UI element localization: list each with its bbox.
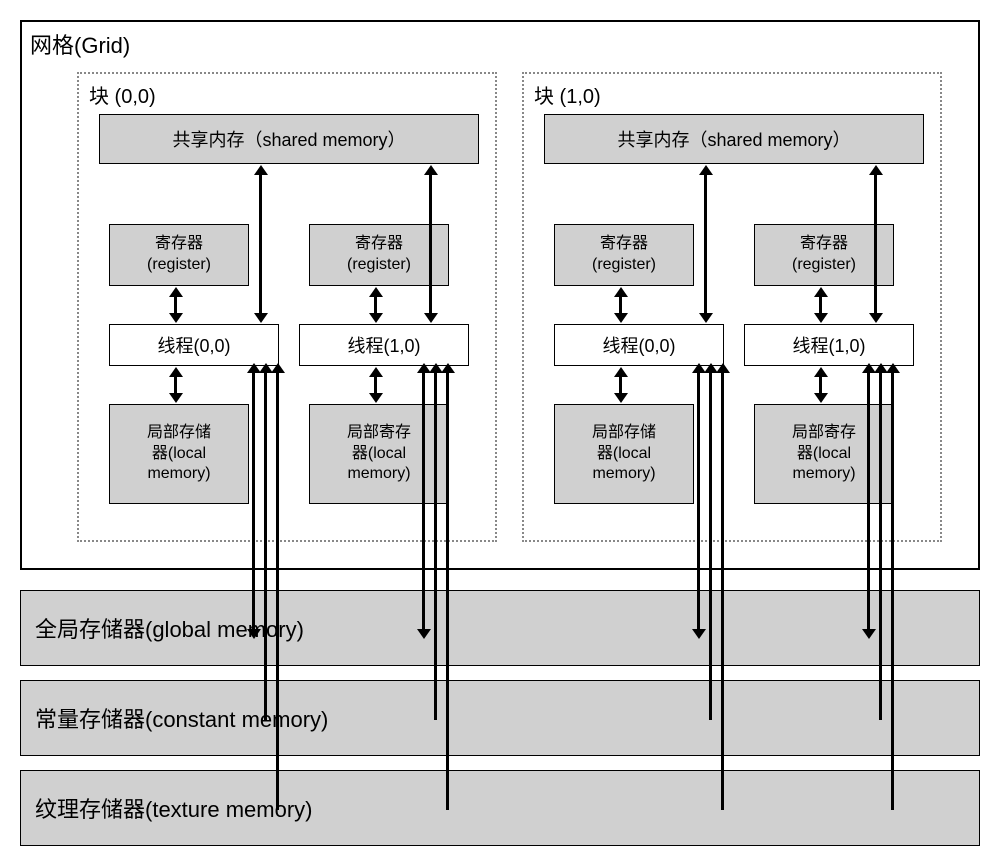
register-en: (register) <box>792 255 856 276</box>
grid-label: 网格(Grid) <box>30 28 130 60</box>
global-memory-bar: 全局存储器(global memory) <box>20 590 980 666</box>
arrow-thread-local <box>819 376 822 394</box>
local-mem-line: 局部存储 <box>147 423 211 444</box>
texture-memory-bar: 纹理存储器(texture memory) <box>20 770 980 846</box>
arrow-thread-texture <box>276 372 279 810</box>
local-memory-box: 局部寄存 器(local memory) <box>754 404 894 504</box>
grid-box: 网格(Grid) 块 (0,0) 共享内存（shared memory） 寄存器… <box>20 20 980 570</box>
arrow-thread-local <box>374 376 377 394</box>
local-mem-line: 器(local <box>597 444 651 465</box>
arrow-shared-thread <box>874 174 877 314</box>
local-memory-box: 局部存储 器(local memory) <box>109 404 249 504</box>
block-label: 块 (0,0) <box>89 80 156 109</box>
shared-memory-box: 共享内存（shared memory） <box>99 114 479 164</box>
block-label: 块 (1,0) <box>534 80 601 109</box>
arrow-reg-thread <box>174 296 177 314</box>
arrow-reg-thread <box>819 296 822 314</box>
arrow-thread-local <box>174 376 177 394</box>
local-mem-line: 器(local <box>152 444 206 465</box>
register-cn: 寄存器 <box>600 234 648 255</box>
arrow-thread-global <box>252 372 255 630</box>
arrow-thread-global <box>867 372 870 630</box>
arrow-shared-thread <box>259 174 262 314</box>
local-memory-box: 局部寄存 器(local memory) <box>309 404 449 504</box>
thread-box: 线程(0,0) <box>109 324 279 366</box>
local-mem-line: memory) <box>592 464 655 485</box>
arrow-reg-thread <box>619 296 622 314</box>
local-mem-line: 局部寄存 <box>347 423 411 444</box>
local-mem-line: memory) <box>347 464 410 485</box>
register-box: 寄存器 (register) <box>109 224 249 286</box>
arrow-shared-thread <box>429 174 432 314</box>
local-mem-line: 局部寄存 <box>792 423 856 444</box>
register-box: 寄存器 (register) <box>554 224 694 286</box>
arrow-thread-constant <box>434 372 437 720</box>
constant-memory-bar: 常量存储器(constant memory) <box>20 680 980 756</box>
arrow-thread-constant <box>264 372 267 720</box>
arrow-thread-local <box>619 376 622 394</box>
arrow-thread-texture <box>446 372 449 810</box>
arrow-thread-texture <box>721 372 724 810</box>
register-cn: 寄存器 <box>800 234 848 255</box>
register-cn: 寄存器 <box>355 234 403 255</box>
register-en: (register) <box>592 255 656 276</box>
local-mem-line: 局部存储 <box>592 423 656 444</box>
local-memory-box: 局部存储 器(local memory) <box>554 404 694 504</box>
local-mem-line: 器(local <box>352 444 406 465</box>
thread-box: 线程(1,0) <box>744 324 914 366</box>
arrow-thread-texture <box>891 372 894 810</box>
register-box: 寄存器 (register) <box>754 224 894 286</box>
shared-memory-box: 共享内存（shared memory） <box>544 114 924 164</box>
register-cn: 寄存器 <box>155 234 203 255</box>
arrow-thread-constant <box>709 372 712 720</box>
local-mem-line: memory) <box>792 464 855 485</box>
register-en: (register) <box>147 255 211 276</box>
arrow-thread-constant <box>879 372 882 720</box>
thread-box: 线程(0,0) <box>554 324 724 366</box>
arrow-thread-global <box>697 372 700 630</box>
local-mem-line: 器(local <box>797 444 851 465</box>
local-mem-line: memory) <box>147 464 210 485</box>
diagram-root: 网格(Grid) 块 (0,0) 共享内存（shared memory） 寄存器… <box>0 0 1000 857</box>
arrow-reg-thread <box>374 296 377 314</box>
register-en: (register) <box>347 255 411 276</box>
arrow-thread-global <box>422 372 425 630</box>
thread-box: 线程(1,0) <box>299 324 469 366</box>
arrow-shared-thread <box>704 174 707 314</box>
register-box: 寄存器 (register) <box>309 224 449 286</box>
